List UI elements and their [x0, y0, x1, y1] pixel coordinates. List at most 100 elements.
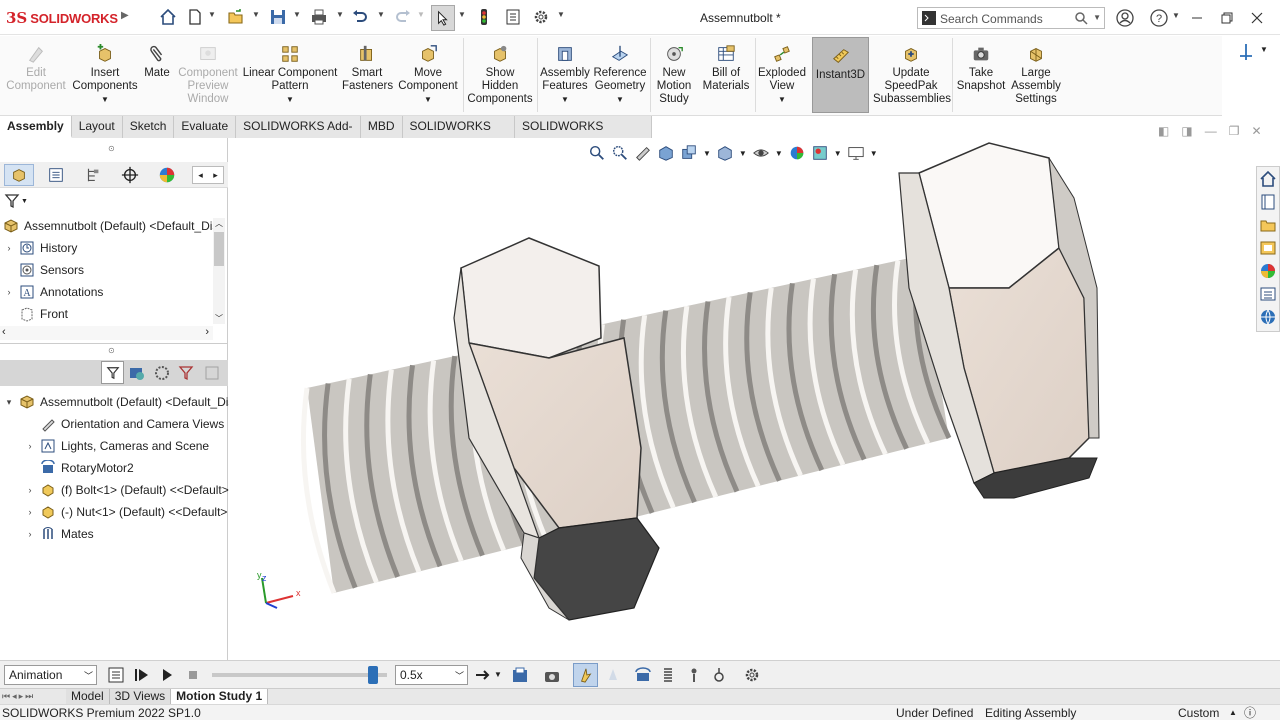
panel-tabs-scroller[interactable]: ◂ ▸	[192, 166, 224, 184]
tab-sketch[interactable]: Sketch	[122, 116, 175, 138]
view-palette-icon[interactable]	[1257, 237, 1279, 259]
new-motion-study-button[interactable]: New Motion Study	[652, 36, 696, 116]
feature-manager-tab[interactable]	[4, 164, 34, 186]
configuration-manager-tab[interactable]	[78, 164, 108, 186]
zoom-to-area-icon[interactable]	[611, 144, 629, 162]
display-style-dropdown-icon[interactable]: ▼	[739, 149, 747, 158]
view-settings-dropdown-icon[interactable]: ▼	[870, 149, 878, 158]
previous-view-icon[interactable]	[634, 144, 652, 162]
motion-tree-item-rotarymotor[interactable]: RotaryMotor2	[25, 458, 134, 478]
zoom-to-fit-icon[interactable]	[588, 144, 606, 162]
animation-wizard-icon[interactable]	[543, 666, 561, 687]
minimize-icon[interactable]	[1186, 7, 1208, 29]
solidworks-resources-icon[interactable]	[1257, 168, 1279, 190]
user-account-icon[interactable]	[1114, 7, 1136, 29]
scroll-left-icon[interactable]: ‹	[2, 326, 6, 338]
apply-scene-icon[interactable]	[811, 144, 829, 162]
motion-study-properties-icon[interactable]	[743, 666, 761, 687]
scroll-down-icon[interactable]: ﹀	[213, 313, 225, 324]
tree-horizontal-scrollbar[interactable]: ‹ ›	[0, 326, 213, 340]
feature-tree-item-sensors[interactable]: Sensors	[4, 260, 84, 280]
smart-fasteners-button[interactable]: Smart Fasteners	[342, 36, 393, 116]
open-dropdown-icon[interactable]: ▼	[252, 10, 260, 19]
viewport-next-icon[interactable]: ◨	[1181, 124, 1192, 138]
help-dropdown-icon[interactable]: ▼	[1172, 11, 1180, 20]
display-manager-tab[interactable]	[152, 164, 182, 186]
component-preview-button[interactable]: Component Preview Window	[176, 36, 240, 116]
graphics-area[interactable]: x y z	[229, 138, 1280, 660]
motion-tree-item-orientation[interactable]: Orientation and Camera Views	[25, 414, 224, 434]
print-icon[interactable]	[309, 7, 329, 27]
new-dropdown-icon[interactable]: ▼	[208, 10, 216, 19]
motion-tree-item-lights[interactable]: › Lights, Cameras and Scene	[25, 436, 210, 456]
scroll-right-icon[interactable]: ›	[205, 326, 209, 338]
tab-addins[interactable]: SOLIDWORKS Add-Ins	[236, 116, 361, 154]
solidworks-forum-icon[interactable]	[1257, 306, 1279, 328]
mate-button[interactable]: Mate	[141, 36, 173, 116]
assembly-features-dropdown-icon[interactable]: ▼	[539, 93, 591, 106]
reference-geometry-button[interactable]: Reference Geometry ▼	[593, 36, 647, 116]
filter-animated-icon[interactable]	[128, 364, 146, 385]
panel-grip-icon[interactable]: ⊙	[108, 144, 115, 153]
playback-slider-thumb[interactable]	[368, 666, 378, 684]
file-properties-icon[interactable]	[503, 7, 523, 27]
feature-tree-item-front[interactable]: Front	[4, 304, 68, 324]
playback-mode-icon[interactable]	[474, 666, 492, 687]
units-dropdown-icon[interactable]: ▲	[1229, 705, 1237, 721]
motion-tree-root[interactable]: ▾ Assemnutbolt (Default) <Default_Dis	[4, 392, 235, 412]
help-circle-icon[interactable]: ⓘ	[1244, 705, 1256, 721]
open-icon[interactable]	[226, 7, 246, 27]
hide-show-dropdown-icon[interactable]: ▼	[775, 149, 783, 158]
motion-tree-item-mates[interactable]: › Mates	[25, 524, 94, 544]
exploded-view-button[interactable]: Exploded View ▼	[757, 36, 807, 116]
insert-components-button[interactable]: Insert Components ▼	[72, 36, 138, 116]
pin-icon[interactable]	[1236, 42, 1256, 65]
linear-pattern-dropdown-icon[interactable]: ▼	[242, 93, 338, 106]
solidworks-logo[interactable]: 3S SOLIDWORKS	[6, 9, 118, 27]
filter-driving-icon[interactable]	[153, 364, 171, 385]
search-icon[interactable]	[1074, 11, 1088, 28]
options-dropdown-icon[interactable]: ▼	[557, 10, 565, 19]
save-animation-icon[interactable]	[511, 666, 529, 687]
view-orientation-dropdown-icon[interactable]: ▼	[703, 149, 711, 158]
help-icon[interactable]: ?	[1148, 7, 1170, 29]
calculate-icon[interactable]	[107, 666, 125, 687]
prev-tab-icon[interactable]: ◂	[12, 691, 17, 702]
move-component-dropdown-icon[interactable]: ▼	[396, 93, 460, 106]
design-library-icon[interactable]	[1257, 191, 1279, 213]
close-icon[interactable]	[1246, 7, 1268, 29]
viewport-restore-icon[interactable]: ❐	[1229, 124, 1240, 138]
scroll-left-icon[interactable]: ◂	[198, 170, 203, 181]
insert-components-dropdown-icon[interactable]: ▼	[72, 93, 138, 106]
expand-annotations-icon[interactable]: ›	[4, 287, 14, 297]
filter-funnel-icon[interactable]	[4, 193, 20, 212]
tab-motion-study-1[interactable]: Motion Study 1	[171, 689, 269, 705]
tab-cam[interactable]: SOLIDWORKS CAM	[402, 116, 515, 154]
contact-icon[interactable]	[685, 666, 703, 687]
home-icon[interactable]	[158, 7, 178, 27]
apply-scene-dropdown-icon[interactable]: ▼	[834, 149, 842, 158]
feature-tree-item-history[interactable]: › History	[4, 238, 78, 258]
exploded-view-dropdown-icon[interactable]: ▼	[757, 93, 807, 106]
scroll-up-icon[interactable]: ︿	[213, 218, 225, 229]
file-explorer-icon[interactable]	[1257, 214, 1279, 236]
view-settings-icon[interactable]	[847, 144, 865, 162]
expand-lights-icon[interactable]: ›	[25, 441, 35, 451]
play-from-start-icon[interactable]	[133, 666, 151, 687]
add-update-key-icon[interactable]	[604, 666, 622, 687]
filter-selected-icon[interactable]	[178, 364, 196, 385]
viewport-prev-icon[interactable]: ◧	[1158, 124, 1169, 138]
tab-3d-views[interactable]: 3D Views	[109, 689, 172, 705]
tab-inspection[interactable]: SOLIDWORKS Inspection	[515, 116, 652, 154]
search-input[interactable]: Search Commands	[940, 12, 1043, 26]
filter-results-icon[interactable]	[203, 364, 221, 385]
tab-model[interactable]: Model	[66, 689, 110, 705]
menu-expand-icon[interactable]: ▶	[121, 10, 129, 21]
playback-slider-track[interactable]	[212, 673, 387, 677]
redo-dropdown-icon[interactable]: ▼	[417, 10, 425, 19]
options-gear-icon[interactable]	[531, 7, 551, 27]
autokey-button[interactable]	[573, 663, 598, 687]
panel-splitter[interactable]	[0, 343, 228, 344]
search-commands-box[interactable]: Search Commands ▼	[917, 7, 1105, 29]
undo-dropdown-icon[interactable]: ▼	[377, 10, 385, 19]
